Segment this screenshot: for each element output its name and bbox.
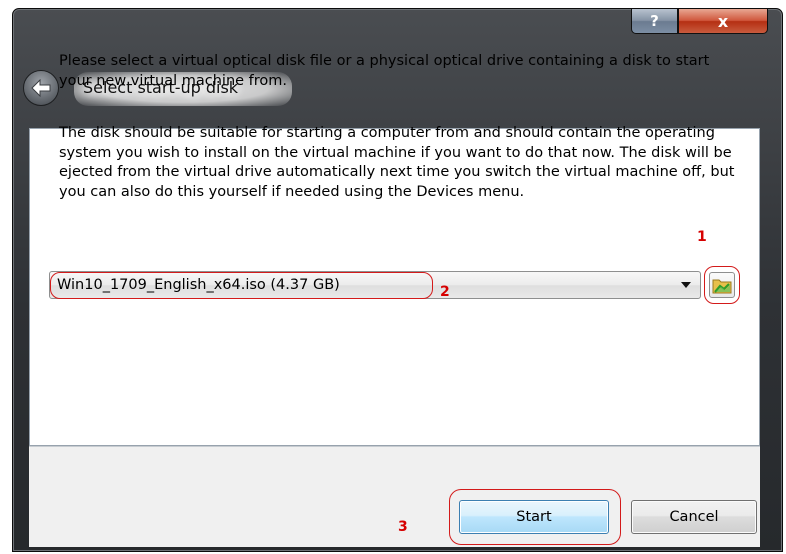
chevron-down-icon[interactable] bbox=[681, 282, 691, 288]
annotation-3: 3 bbox=[398, 519, 408, 535]
annotation-ring-browse bbox=[704, 266, 740, 304]
back-button[interactable] bbox=[23, 70, 59, 106]
description-text: The disk should be suitable for starting… bbox=[59, 125, 735, 200]
cancel-button[interactable]: Cancel bbox=[631, 500, 757, 534]
help-button[interactable]: ? bbox=[631, 9, 678, 34]
annotation-1: 1 bbox=[697, 229, 707, 245]
back-arrow-icon bbox=[31, 79, 51, 97]
close-button[interactable]: x bbox=[678, 9, 768, 34]
annotation-ring-combo bbox=[50, 272, 433, 299]
annotation-2: 2 bbox=[440, 284, 450, 300]
start-button[interactable]: Start bbox=[459, 500, 609, 534]
instruction-text: Please select a virtual optical disk fil… bbox=[59, 53, 710, 89]
